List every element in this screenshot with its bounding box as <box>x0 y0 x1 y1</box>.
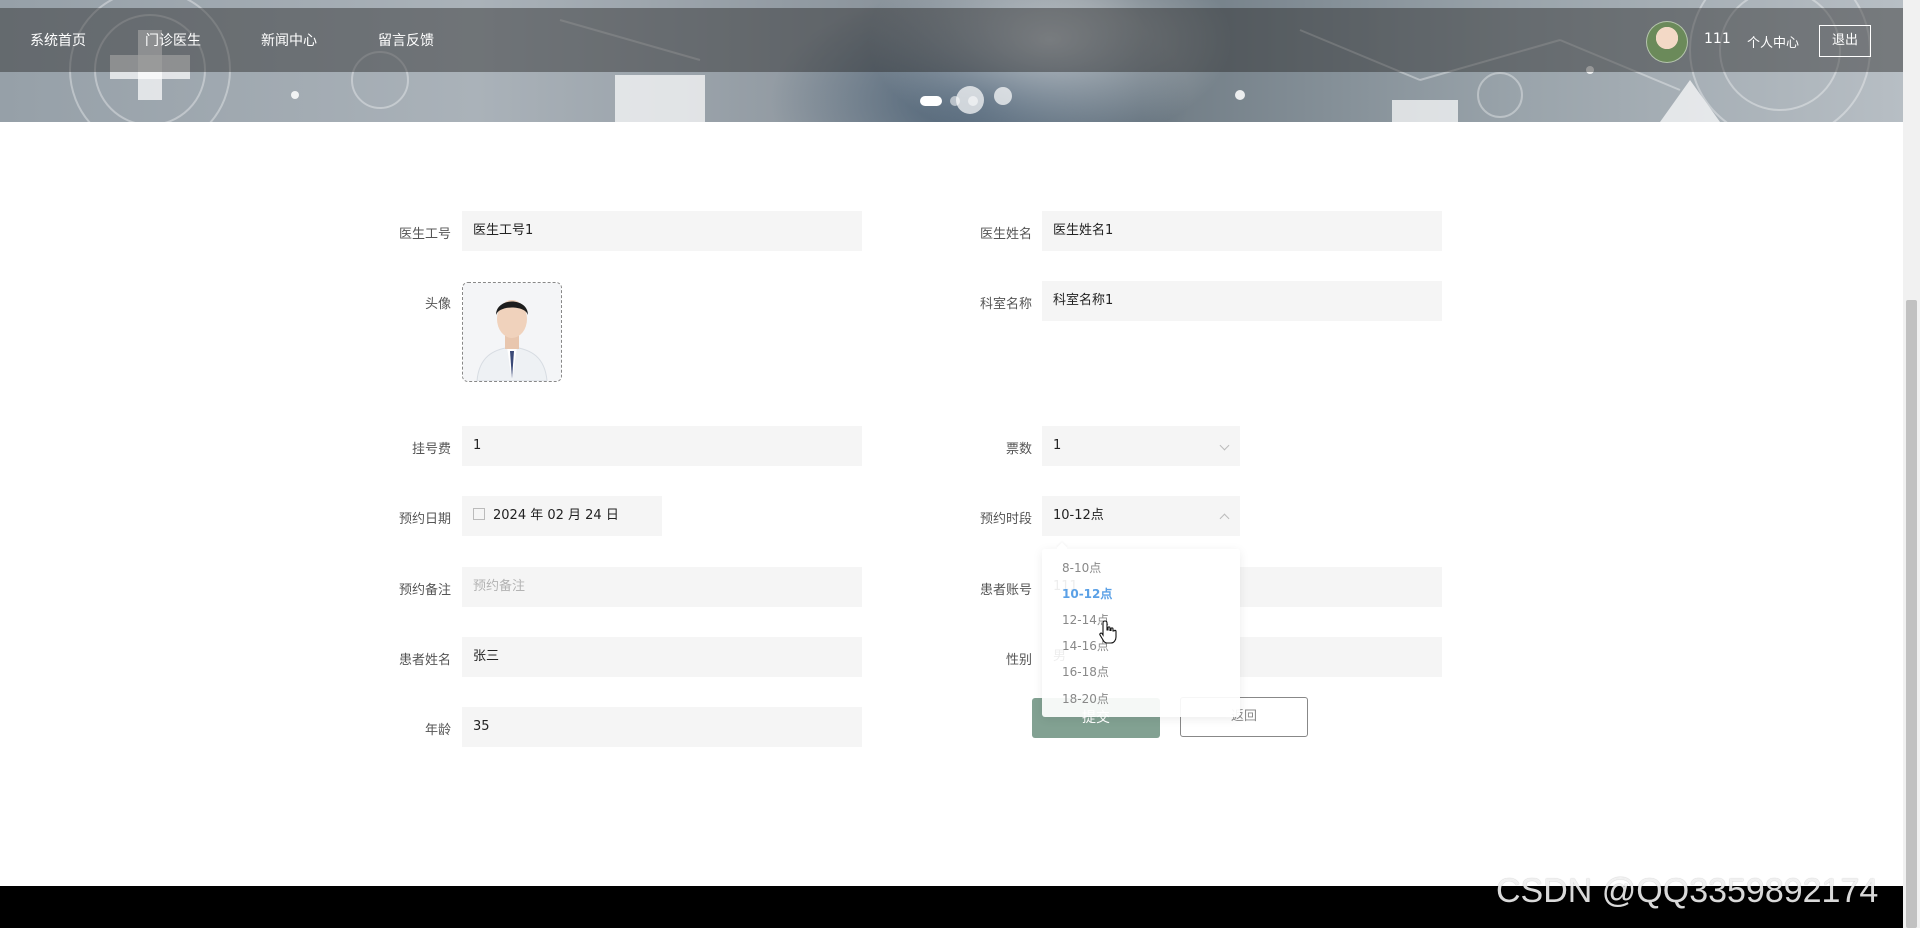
dropdown-option[interactable]: 8-10点 <box>1062 559 1101 576</box>
doctor-name-field[interactable]: 医生姓名1 <box>1042 211 1442 251</box>
avatar-label: 头像 <box>424 297 451 312</box>
age-field[interactable]: 35 <box>462 707 862 747</box>
user-center-link[interactable]: 个人中心 <box>1747 32 1799 51</box>
date-picker[interactable]: 2024 年 02 月 24 日 <box>462 496 662 536</box>
remark-label: 预约备注 <box>398 583 451 598</box>
doctor-name-label: 医生姓名 <box>979 227 1032 242</box>
logout-button[interactable]: 退出 <box>1819 25 1871 57</box>
carousel-dot[interactable] <box>968 96 978 106</box>
age-label: 年龄 <box>424 723 451 738</box>
doctor-id-field[interactable]: 医生工号1 <box>462 211 862 251</box>
patient-name-label: 患者姓名 <box>398 653 451 668</box>
date-value: 2024 年 02 月 24 日 <box>493 508 619 523</box>
dropdown-option-selected[interactable]: 10-12点 <box>1062 585 1112 602</box>
doctor-photo <box>463 283 561 381</box>
patient-account-label: 患者账号 <box>979 583 1032 598</box>
doctor-id-label: 医生工号 <box>398 227 451 242</box>
tickets-select[interactable]: 1 <box>1042 426 1240 466</box>
patient-name-field[interactable]: 张三 <box>462 637 862 677</box>
dropdown-option[interactable]: 18-20点 <box>1062 690 1109 707</box>
date-label: 预约日期 <box>398 512 451 527</box>
time-slot-value: 10-12点 <box>1053 508 1104 523</box>
nav-home[interactable]: 系统首页 <box>30 30 86 50</box>
hand-cursor-icon <box>1099 620 1117 644</box>
nav-news[interactable]: 新闻中心 <box>261 30 317 50</box>
remark-input[interactable]: 预约备注 <box>462 567 862 607</box>
top-navbar: 系统首页 门诊医生 新闻中心 留言反馈 111 个人中心 退出 <box>0 8 1903 72</box>
fee-field[interactable]: 1 <box>462 426 862 466</box>
nav-doctors[interactable]: 门诊医生 <box>145 30 201 50</box>
tickets-value: 1 <box>1053 438 1062 453</box>
department-label: 科室名称 <box>979 297 1032 312</box>
tickets-label: 票数 <box>1005 442 1032 457</box>
avatar[interactable] <box>1646 21 1688 63</box>
gender-label: 性别 <box>1005 653 1032 668</box>
chevron-up-icon <box>1219 513 1230 524</box>
carousel-dot[interactable] <box>920 96 942 106</box>
watermark: CSDN @QQ3359892174 <box>1496 872 1879 910</box>
time-slot-select[interactable]: 10-12点 <box>1042 496 1240 536</box>
department-field[interactable]: 科室名称1 <box>1042 281 1442 321</box>
carousel-indicators <box>920 94 986 110</box>
nav-feedback[interactable]: 留言反馈 <box>378 30 434 50</box>
dropdown-option[interactable]: 16-18点 <box>1062 663 1109 680</box>
fee-label: 挂号费 <box>411 442 451 457</box>
avatar-upload[interactable] <box>462 282 562 382</box>
scrollbar-thumb[interactable] <box>1906 300 1917 928</box>
calendar-icon <box>473 508 485 520</box>
username: 111 <box>1704 31 1731 47</box>
time-slot-label: 预约时段 <box>979 512 1032 527</box>
dropdown-arrow <box>1056 542 1068 554</box>
carousel-dot[interactable] <box>950 96 960 106</box>
chevron-down-icon <box>1219 440 1230 451</box>
time-slot-dropdown: 8-10点 10-12点 12-14点 14-16点 16-18点 18-20点 <box>1042 542 1240 717</box>
